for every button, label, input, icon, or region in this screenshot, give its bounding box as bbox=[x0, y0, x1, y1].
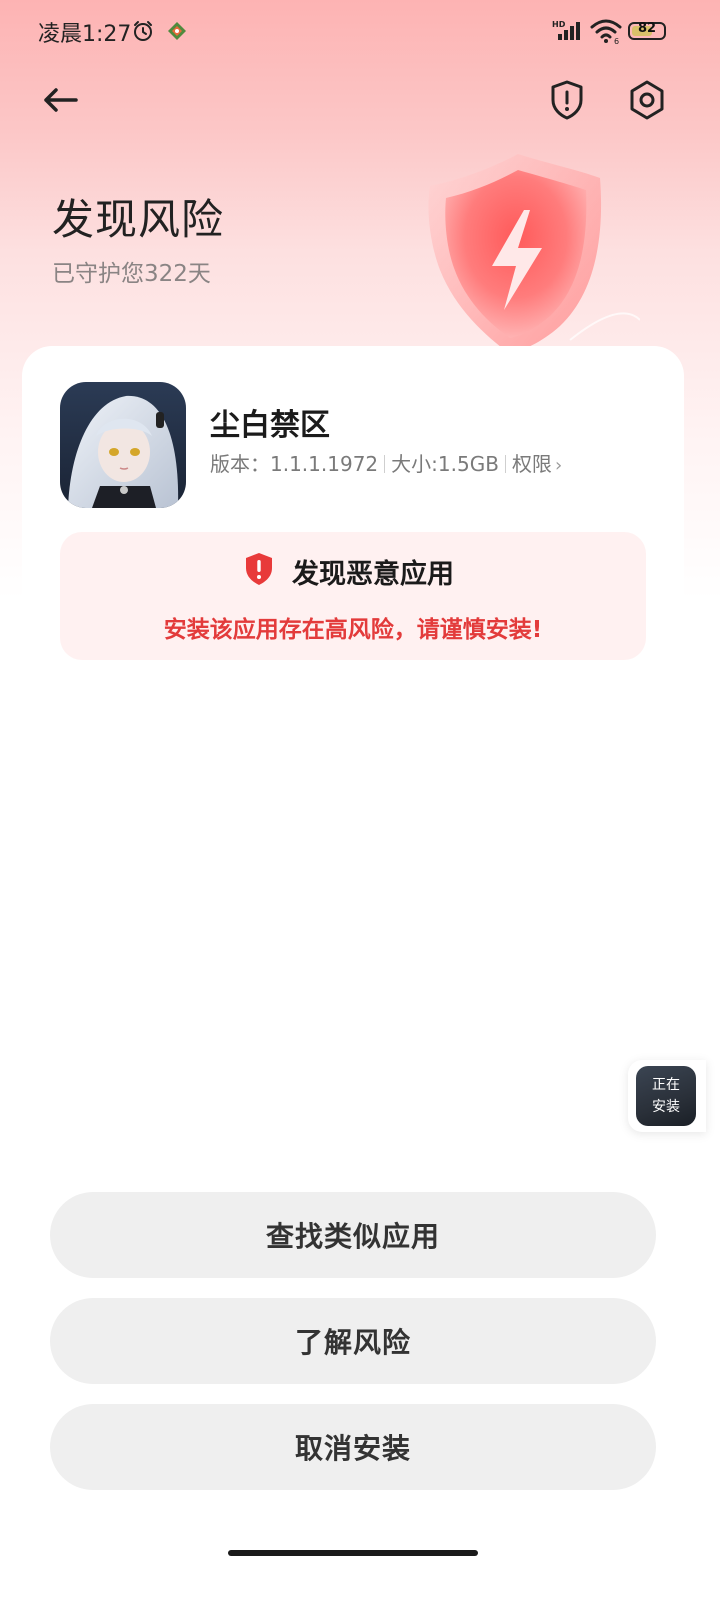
shield-warning-icon bbox=[246, 553, 272, 585]
back-button[interactable] bbox=[36, 78, 84, 126]
page-title: 发现风险 bbox=[52, 195, 225, 244]
learn-risk-button[interactable]: 了解风险 bbox=[50, 1298, 656, 1384]
permissions-link[interactable]: 权限 › bbox=[512, 448, 562, 477]
status-bar: 凌晨1:27 HD 6 82 bbox=[0, 0, 720, 64]
settings-button[interactable] bbox=[624, 76, 670, 124]
meta-divider bbox=[384, 455, 386, 473]
status-time: 凌晨1:27 bbox=[38, 22, 132, 47]
app-size: 1.5GB bbox=[437, 452, 499, 476]
permissions-label: 权限 bbox=[511, 452, 552, 476]
app-icon bbox=[60, 382, 186, 508]
cancel-install-button[interactable]: 取消安装 bbox=[50, 1404, 656, 1490]
warning-message: 安装该应用存在高风险，请谨慎安装! bbox=[163, 617, 543, 643]
battery-icon: 82 bbox=[628, 21, 666, 40]
protection-days: 已守护您322天 bbox=[52, 261, 211, 287]
size-label: 大小: bbox=[391, 452, 438, 476]
battery-percent: 82 bbox=[637, 21, 657, 36]
app-name: 尘白禁区 bbox=[210, 408, 330, 443]
chevron-right-icon: › bbox=[554, 455, 563, 476]
floating-install-status[interactable]: 正在 安装 bbox=[628, 1060, 706, 1132]
signal-icon: HD bbox=[552, 20, 580, 40]
wifi-version-label: 6 bbox=[614, 37, 619, 44]
app-meta: 版本：1.1.1.1972 大小:1.5GB 权限 › bbox=[210, 448, 562, 477]
find-similar-apps-button[interactable]: 查找类似应用 bbox=[50, 1192, 656, 1278]
app-version: 1.1.1.1972 bbox=[270, 452, 379, 476]
shield-alert-button[interactable] bbox=[544, 76, 590, 124]
wifi-icon: 6 bbox=[590, 19, 622, 44]
meta-divider bbox=[504, 455, 506, 473]
alarm-icon bbox=[134, 21, 152, 41]
installing-label-line2: 安装 bbox=[652, 1099, 680, 1115]
installing-label: 正在 安装 bbox=[636, 1074, 696, 1118]
app-notification-icon bbox=[168, 22, 186, 40]
shield-lightning-icon bbox=[428, 154, 640, 354]
installing-label-line1: 正在 bbox=[652, 1077, 680, 1093]
version-label: 版本： bbox=[210, 452, 270, 476]
signal-hd-label: HD bbox=[552, 20, 566, 29]
home-indicator[interactable] bbox=[228, 1550, 478, 1556]
warning-title: 发现恶意应用 bbox=[292, 559, 454, 590]
